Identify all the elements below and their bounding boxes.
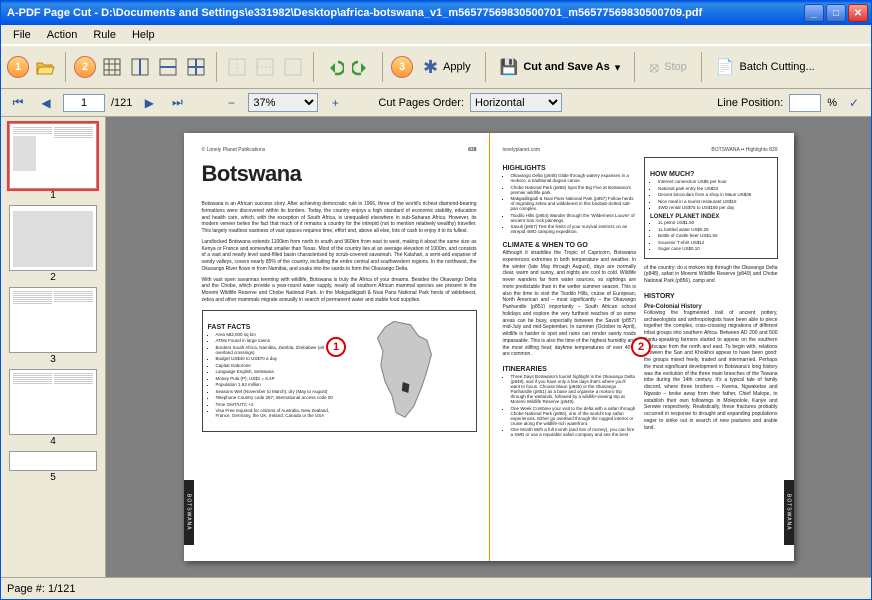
undo-button[interactable] [322,55,346,79]
batch-label: Batch Cutting... [740,61,815,73]
menu-help[interactable]: Help [124,27,163,43]
maximize-button[interactable]: □ [826,4,846,22]
cut-region-badge-1: 1 [326,337,346,357]
thumbnail-2[interactable] [9,205,97,271]
pdf-icon: 📄 [716,58,735,76]
side-tab-right: BOTSWANA [784,480,794,545]
prev-page-button[interactable]: ◀ [35,92,57,114]
apply-icon: ✱ [423,57,438,78]
thumbnail-3[interactable] [9,287,97,353]
status-bar: Page #: 1/121 [1,577,871,599]
apply-button[interactable]: ✱ Apply [417,54,477,80]
window-title: A-PDF Page Cut - D:\Documents and Settin… [7,7,804,19]
step-3-badge: 3 [391,56,413,78]
save-icon: 💾 [500,58,519,76]
page-number-input[interactable] [63,94,105,112]
cut-line[interactable] [489,133,490,561]
cut-order-label: Cut Pages Order: [378,97,464,109]
line-position-input[interactable] [789,94,821,112]
grid-icon [103,58,121,76]
page-spread: © Lonely Planet Publications838 Botswana… [184,133,794,561]
apply-label: Apply [443,61,471,73]
vertical-cut-button[interactable] [128,55,152,79]
separator [216,52,217,82]
delete-vertical-icon [228,58,246,76]
title-bar: A-PDF Page Cut - D:\Documents and Settin… [1,1,871,25]
cut-order-select[interactable]: Horizontal [470,93,562,112]
separator [701,52,702,82]
thumbnail-5[interactable] [9,451,97,471]
doc-title: Botswana [202,161,477,187]
delete-vertical-button[interactable] [225,55,249,79]
line-confirm-button[interactable]: ✓ [843,92,865,114]
thumbnail-label: 3 [5,354,101,365]
page-total-label: /121 [111,97,132,109]
stop-label: Stop [664,61,687,73]
zoom-out-button[interactable]: − [220,92,242,114]
cut-region-badge-2: 2 [631,337,651,357]
redo-button[interactable] [350,55,374,79]
delete-horizontal-icon [256,58,274,76]
thumbnail-label: 1 [5,190,101,201]
step-1-badge: 1 [7,56,29,78]
status-page-label: Page #: 1/121 [7,583,76,595]
close-button[interactable]: ✕ [848,4,868,22]
line-unit-label: % [827,97,837,109]
thumbnail-label: 5 [5,472,101,483]
separator [65,52,66,82]
separator [382,52,383,82]
zoom-in-button[interactable]: + [324,92,346,114]
nav-bar: ⏮ ◀ /121 ▶ ⏭ − 37% + Cut Pages Order: Ho… [1,89,871,117]
horizontal-split-icon [159,58,177,76]
dropdown-icon: ▾ [615,61,621,74]
how-much-box: HOW MUCH? Internet connection US$5 per h… [644,157,778,259]
stop-button[interactable]: ⦻ Stop [643,54,693,80]
horizontal-cut-button[interactable] [156,55,180,79]
next-page-button[interactable]: ▶ [138,92,160,114]
page-viewer[interactable]: © Lonely Planet Publications838 Botswana… [106,117,871,577]
folder-open-icon [35,58,55,76]
first-page-button[interactable]: ⏮ [7,92,29,114]
side-tab-left: BOTSWANA [184,480,194,545]
menu-bar: File Action Rule Help [1,25,871,45]
toolbar: 1 2 3 ✱ Apply 💾 Cut and Save As ▾ ⦻ Stop… [1,45,871,89]
thumbnail-sidebar[interactable]: 1 2 3 4 5 [1,117,106,577]
quad-cut-button[interactable] [184,55,208,79]
redo-icon [352,58,372,76]
thumbnail-1[interactable] [9,123,97,189]
step-2-badge: 2 [74,56,96,78]
separator [313,52,314,82]
vertical-split-icon [131,58,149,76]
thumbnail-label: 4 [5,436,101,447]
delete-all-button[interactable] [281,55,305,79]
africa-map-icon [350,316,460,426]
separator [485,52,486,82]
undo-icon [324,58,344,76]
menu-file[interactable]: File [5,27,39,43]
line-position-label: Line Position: [717,97,783,109]
menu-action[interactable]: Action [39,27,86,43]
grid-tool-button[interactable] [100,55,124,79]
separator [634,52,635,82]
batch-cutting-button[interactable]: 📄 Batch Cutting... [710,54,821,80]
thumbnail-label: 2 [5,272,101,283]
delete-all-icon [284,58,302,76]
fast-facts-list: Area 582,000 sq kmATMs Found in large to… [208,332,334,419]
fast-facts-box: FAST FACTS Area 582,000 sq kmATMs Found … [202,310,477,432]
window-controls: _ □ ✕ [804,4,868,22]
thumbnail-4[interactable] [9,369,97,435]
delete-horizontal-button[interactable] [253,55,277,79]
zoom-select[interactable]: 37% [248,93,318,112]
main-area: 1 2 3 4 5 © Lonely Planet Publications83… [1,117,871,577]
minimize-button[interactable]: _ [804,4,824,22]
menu-rule[interactable]: Rule [85,27,124,43]
quad-split-icon [187,58,205,76]
stop-icon: ⦻ [649,59,659,76]
open-file-button[interactable] [33,55,57,79]
last-page-button[interactable]: ⏭ [166,92,188,114]
cut-save-label: Cut and Save As [523,61,609,73]
cut-save-button[interactable]: 💾 Cut and Save As ▾ [494,54,627,80]
